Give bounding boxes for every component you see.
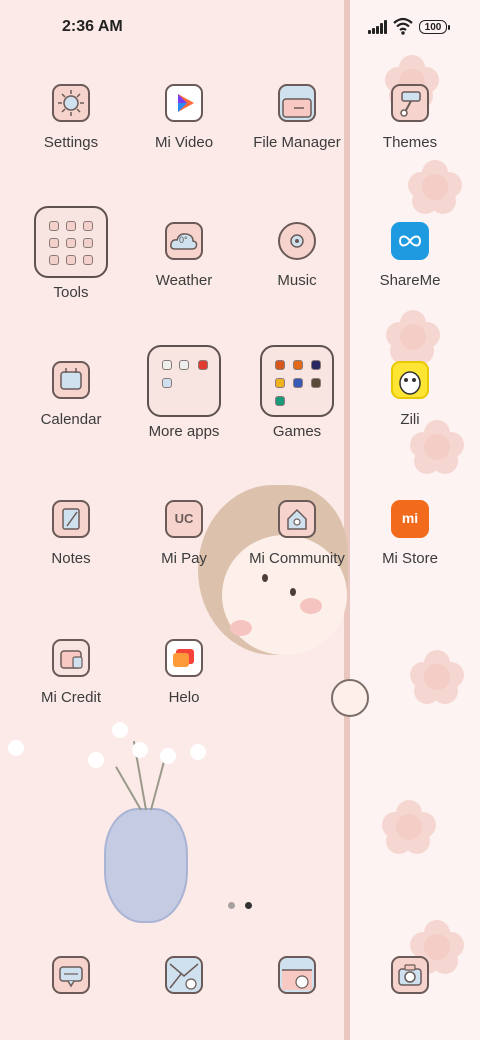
wallpaper-flower-bloom bbox=[88, 752, 104, 768]
wallpaper-girl-cheek bbox=[300, 598, 322, 614]
app-more-apps-folder[interactable]: More apps bbox=[124, 345, 244, 440]
app-calendar[interactable]: Calendar bbox=[11, 361, 131, 428]
wallpaper-flower-bloom bbox=[112, 722, 128, 738]
app-label: Tools bbox=[53, 284, 89, 301]
app-mi-store[interactable]: mi Mi Store bbox=[350, 500, 470, 567]
app-label: Games bbox=[272, 423, 322, 440]
app-label: Themes bbox=[382, 134, 438, 151]
app-label: Settings bbox=[43, 134, 99, 151]
dock-messages[interactable] bbox=[11, 956, 131, 994]
weather-icon: 0° bbox=[165, 222, 203, 260]
wallpaper-flower bbox=[410, 650, 464, 704]
app-label: Mi Community bbox=[249, 550, 345, 567]
app-label: Mi Pay bbox=[161, 550, 207, 567]
wallpaper-flower-bloom bbox=[132, 742, 148, 758]
wallpaper-flower bbox=[386, 310, 440, 364]
signal-icon bbox=[368, 20, 388, 34]
tools-folder-icon bbox=[34, 206, 108, 278]
app-label: Mi Store bbox=[382, 550, 438, 567]
app-mi-pay[interactable]: UC Mi Pay bbox=[124, 500, 244, 567]
status-bar: 2:36 AM 100 bbox=[0, 0, 480, 56]
calendar-icon bbox=[52, 361, 90, 399]
mi-video-icon bbox=[165, 84, 203, 122]
app-shareme[interactable]: ShareMe bbox=[350, 222, 470, 289]
app-label: Mi Video bbox=[154, 134, 214, 151]
browser-icon bbox=[278, 956, 316, 994]
app-label: Calendar bbox=[40, 411, 102, 428]
wallpaper-flower bbox=[408, 160, 462, 214]
dock-email[interactable] bbox=[124, 956, 244, 994]
mi-credit-icon bbox=[52, 639, 90, 677]
settings-icon bbox=[52, 84, 90, 122]
music-icon bbox=[278, 222, 316, 260]
wallpaper-girl-cheek bbox=[230, 620, 252, 636]
wifi-icon bbox=[393, 17, 413, 35]
app-label: Zili bbox=[400, 411, 420, 428]
app-mi-community[interactable]: Mi Community bbox=[237, 500, 357, 567]
wallpaper-vase bbox=[104, 808, 188, 923]
page-dot-2-active[interactable] bbox=[245, 902, 252, 909]
mi-community-icon bbox=[278, 500, 316, 538]
zili-icon bbox=[391, 361, 429, 399]
app-mi-video[interactable]: Mi Video bbox=[124, 84, 244, 151]
app-label: Weather bbox=[155, 272, 213, 289]
wallpaper-girl-eye bbox=[290, 588, 296, 596]
status-time: 2:36 AM bbox=[62, 18, 123, 35]
page-dot-1[interactable] bbox=[228, 902, 235, 909]
wallpaper-flower bbox=[410, 420, 464, 474]
app-music[interactable]: Music bbox=[237, 222, 357, 289]
weather-temperature: 0° bbox=[179, 235, 188, 245]
more-apps-folder-icon bbox=[147, 345, 221, 417]
file-manager-icon bbox=[278, 84, 316, 122]
mi-store-icon: mi bbox=[391, 500, 429, 538]
wallpaper-flower-bloom bbox=[160, 748, 176, 764]
wallpaper-flower-bloom bbox=[190, 744, 206, 760]
wallpaper-flower-bloom bbox=[8, 740, 24, 756]
email-icon bbox=[165, 956, 203, 994]
dock-camera[interactable] bbox=[350, 956, 470, 994]
mi-pay-logo-text: UC bbox=[174, 511, 194, 526]
app-helo[interactable]: Helo bbox=[124, 639, 244, 706]
wallpaper-girl-hand bbox=[331, 679, 369, 717]
app-weather[interactable]: 0° Weather bbox=[124, 222, 244, 289]
helo-icon bbox=[165, 639, 203, 677]
app-mi-credit[interactable]: Mi Credit bbox=[11, 639, 131, 706]
wallpaper-flower bbox=[382, 800, 436, 854]
app-label: Music bbox=[277, 272, 317, 289]
app-games-folder[interactable]: Games bbox=[237, 345, 357, 440]
shareme-icon bbox=[391, 222, 429, 260]
app-themes[interactable]: Themes bbox=[350, 84, 470, 151]
app-label: Notes bbox=[51, 550, 91, 567]
wallpaper-girl-eye bbox=[262, 574, 268, 582]
app-label: More apps bbox=[148, 423, 220, 440]
app-tools-folder[interactable]: Tools bbox=[11, 206, 131, 301]
mi-logo: mi bbox=[401, 510, 419, 526]
app-settings[interactable]: Settings bbox=[11, 84, 131, 151]
app-notes[interactable]: Notes bbox=[11, 500, 131, 567]
app-label: Helo bbox=[168, 689, 200, 706]
app-file-manager[interactable]: File Manager bbox=[237, 84, 357, 151]
battery-icon: 100 bbox=[419, 20, 450, 34]
mi-pay-icon: UC bbox=[165, 500, 203, 538]
app-zili[interactable]: Zili bbox=[350, 361, 470, 428]
games-folder-icon bbox=[260, 345, 334, 417]
dock-browser[interactable] bbox=[237, 956, 357, 994]
themes-icon bbox=[391, 84, 429, 122]
messages-icon bbox=[52, 956, 90, 994]
app-label: File Manager bbox=[253, 134, 341, 151]
camera-icon bbox=[391, 956, 429, 994]
app-label: Mi Credit bbox=[40, 689, 101, 706]
notes-icon bbox=[52, 500, 90, 538]
app-label: ShareMe bbox=[379, 272, 441, 289]
